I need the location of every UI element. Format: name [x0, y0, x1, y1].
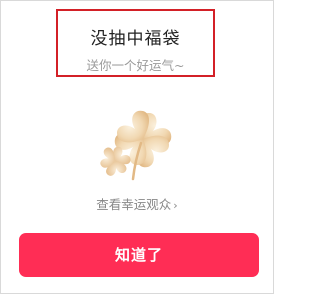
four-leaf-clover-icon — [97, 107, 179, 189]
dialog-subtitle: 送你一个好运气~ — [86, 58, 185, 73]
title-highlight-box: 没抽中福袋 送你一个好运气~ — [56, 9, 215, 77]
view-lucky-audience-label: 查看幸运观众 — [96, 197, 172, 212]
chevron-right-icon: › — [173, 199, 178, 212]
dialog-title: 没抽中福袋 — [90, 29, 181, 49]
view-lucky-audience-link[interactable]: 查看幸运观众 › — [1, 194, 273, 213]
lucky-bag-result-dialog: 没抽中福袋 送你一个好运气~ 查看幸运观众 › 知道了 — [0, 0, 274, 294]
got-it-button[interactable]: 知道了 — [19, 233, 259, 277]
